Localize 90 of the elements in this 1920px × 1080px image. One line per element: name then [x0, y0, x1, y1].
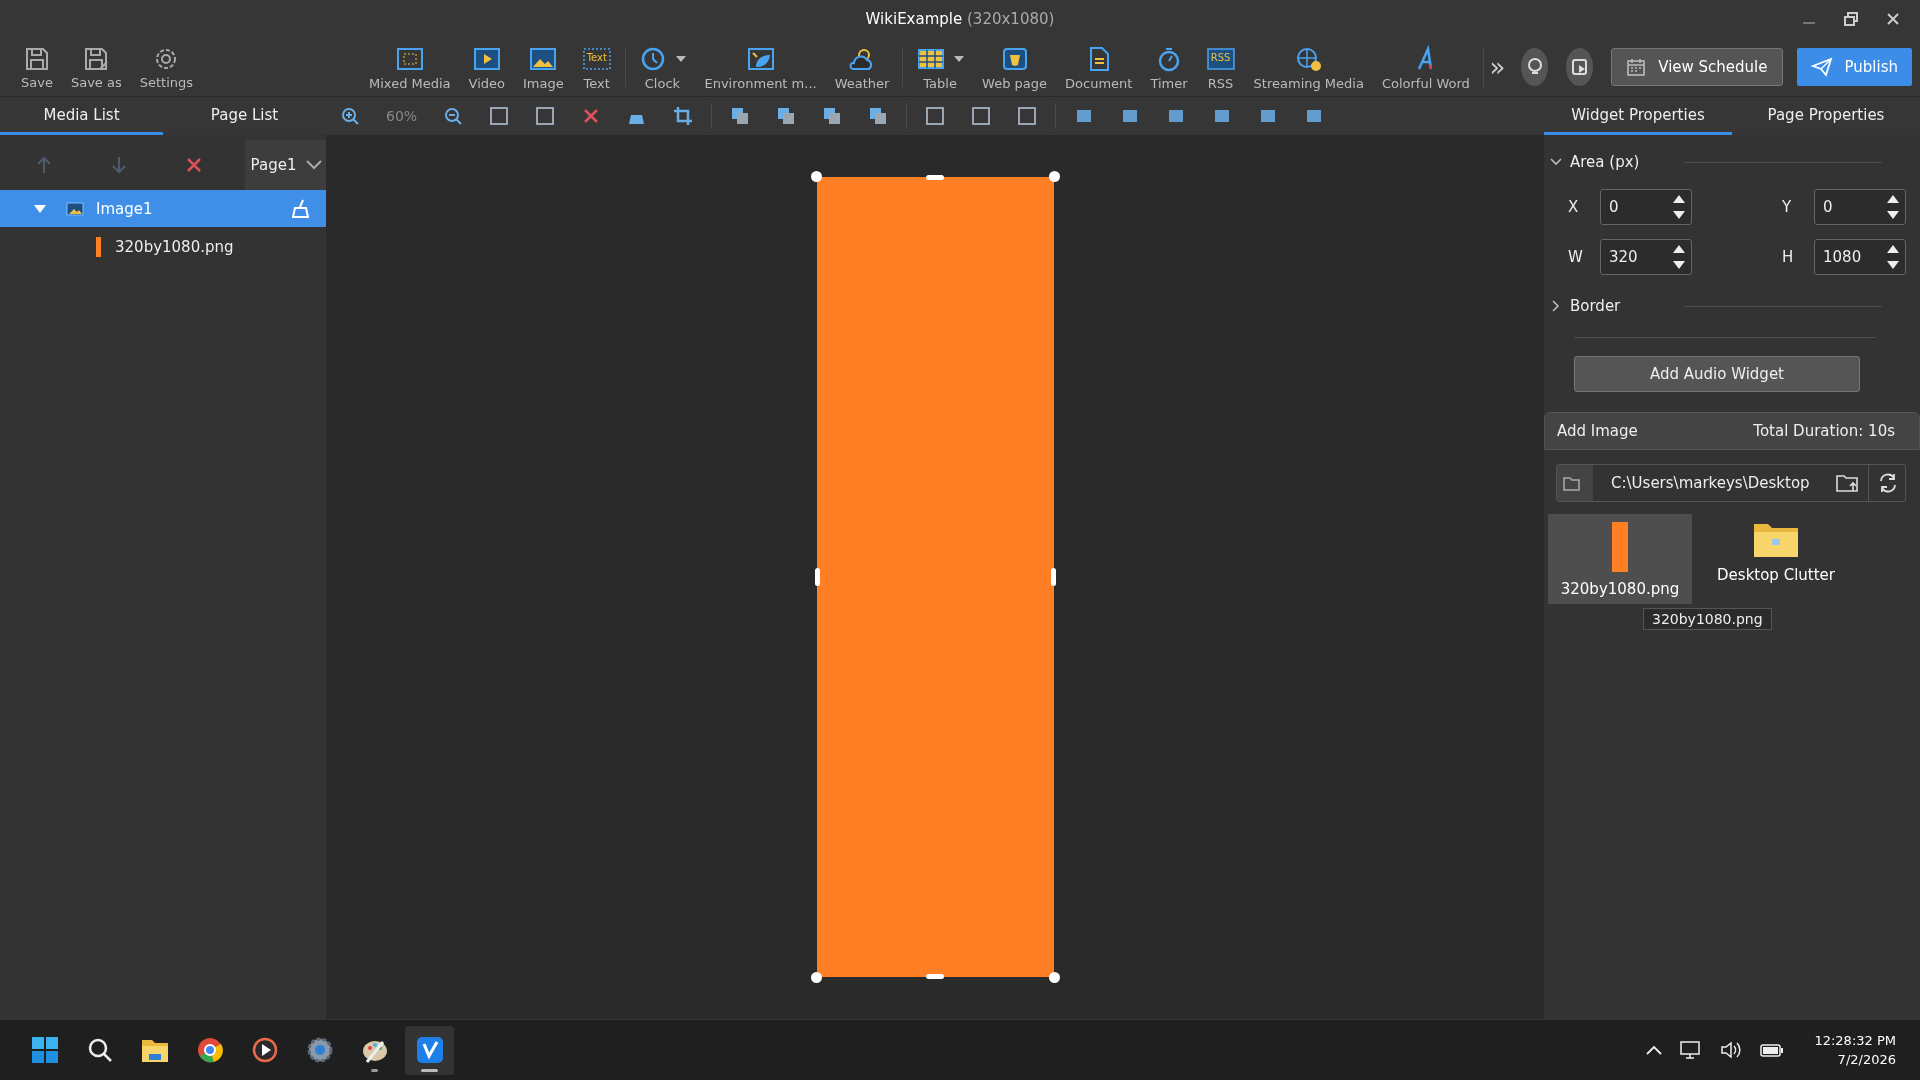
- app-icon: [415, 1036, 444, 1064]
- document-widget-button[interactable]: Document: [1062, 43, 1136, 91]
- panel-tab[interactable]: Page List: [163, 97, 326, 135]
- image-thumbnail: [1612, 522, 1628, 572]
- weather-widget-button[interactable]: Weather: [831, 43, 893, 91]
- spinner-arrows-icon[interactable]: [1673, 244, 1685, 270]
- image-icon: [66, 201, 84, 216]
- calendar-icon: [1626, 57, 1647, 77]
- table-widget-button[interactable]: Table: [913, 43, 968, 91]
- battery-icon[interactable]: [1760, 1042, 1785, 1058]
- icon-text: RSS: [1209, 51, 1232, 64]
- panel-tab[interactable]: Media List: [0, 97, 163, 135]
- layer-icon[interactable]: [776, 106, 797, 126]
- network-icon[interactable]: [1680, 1040, 1703, 1060]
- video-widget-button[interactable]: Video: [465, 43, 509, 91]
- layer-icon[interactable]: [868, 106, 889, 126]
- rss-widget-button[interactable]: RSS RSS: [1202, 43, 1239, 91]
- player-icon: [250, 1036, 279, 1064]
- folder-up-icon[interactable]: [1836, 473, 1860, 493]
- saveas-button[interactable]: Save as: [67, 44, 125, 90]
- chevron-icon[interactable]: [1550, 156, 1562, 168]
- zoom-out-icon[interactable]: [443, 106, 464, 126]
- panel-tab[interactable]: Widget Properties: [1544, 97, 1732, 135]
- file-name: Desktop Clutter: [1717, 566, 1835, 584]
- panel-tab[interactable]: Page Properties: [1732, 97, 1920, 135]
- start-icon: [30, 1036, 59, 1064]
- more-button[interactable]: »: [1489, 52, 1506, 82]
- view-schedule-button[interactable]: View Schedule: [1611, 48, 1783, 86]
- expand-arrow-icon[interactable]: [34, 203, 46, 214]
- settings-button[interactable]: Settings: [136, 44, 197, 90]
- add-audio-widget-button[interactable]: Add Audio Widget: [1574, 356, 1860, 392]
- timer-widget-button[interactable]: Timer: [1147, 43, 1191, 91]
- layer-icon[interactable]: [730, 106, 751, 126]
- total-duration: Total Duration: 10s: [1753, 422, 1895, 440]
- page-dropdown[interactable]: Page1: [244, 140, 326, 190]
- path-field[interactable]: C:\Users\markeys\Desktop: [1556, 464, 1906, 502]
- delete-icon[interactable]: [185, 157, 202, 173]
- spinner-arrows-icon[interactable]: [1673, 194, 1685, 220]
- field-label: Y: [1782, 198, 1793, 216]
- chrome-icon: [195, 1036, 224, 1064]
- number-field[interactable]: 320: [1600, 239, 1692, 275]
- tree-item[interactable]: 320by1080.png: [0, 227, 326, 267]
- window-title: WikiExample (320x1080): [865, 10, 1055, 28]
- tree-item[interactable]: Image1: [0, 190, 326, 227]
- field-label: X: [1568, 198, 1580, 216]
- text-widget-button[interactable]: Text Text: [578, 43, 615, 91]
- file-item[interactable]: Desktop Clutter: [1704, 514, 1848, 604]
- preview-button[interactable]: [1566, 48, 1594, 86]
- web-widget-button[interactable]: Web page: [979, 43, 1051, 91]
- taskbar-button[interactable]: [405, 1025, 454, 1075]
- icon-text: Text: [585, 51, 608, 64]
- play-page-icon: [1569, 57, 1590, 77]
- restore-icon[interactable]: [1844, 12, 1858, 26]
- section-title: Border: [1570, 297, 1622, 315]
- spinner-arrows-icon[interactable]: [1887, 244, 1899, 270]
- number-field[interactable]: 0: [1814, 189, 1906, 225]
- zoom-in-icon[interactable]: [340, 106, 360, 126]
- chevron-up-icon[interactable]: [1646, 1045, 1663, 1055]
- close-icon[interactable]: [1886, 12, 1900, 26]
- file-name: 320by1080.png: [1560, 580, 1680, 598]
- layer-icon[interactable]: [822, 106, 843, 126]
- tooltip: 320by1080.png: [1643, 608, 1772, 630]
- mixed-widget-button[interactable]: Mixed Media: [366, 43, 454, 91]
- crop-icon[interactable]: [673, 106, 694, 126]
- paper-plane-icon: [1810, 57, 1833, 77]
- gear-icon: [305, 1036, 334, 1064]
- colorful-widget-button[interactable]: Colorful Word: [1378, 43, 1473, 91]
- refresh-icon[interactable]: [1877, 472, 1899, 494]
- bulb-button[interactable]: [1521, 48, 1549, 86]
- chevron-icon[interactable]: [1550, 300, 1562, 312]
- section-title: Area (px): [1570, 153, 1641, 171]
- file-item[interactable]: 320by1080.png: [1548, 514, 1692, 604]
- publish-button[interactable]: Publish: [1796, 48, 1912, 86]
- env-widget-button[interactable]: Environment m...: [701, 43, 820, 91]
- number-field[interactable]: 0: [1600, 189, 1692, 225]
- spinner-arrows-icon[interactable]: [1887, 194, 1899, 220]
- number-field[interactable]: 1080: [1814, 239, 1906, 275]
- field-label: H: [1782, 248, 1794, 266]
- volume-icon[interactable]: [1720, 1040, 1743, 1060]
- add-image-title: Add Image: [1557, 422, 1638, 440]
- clock-widget-button[interactable]: Clock: [635, 43, 690, 91]
- save-button[interactable]: Save: [18, 44, 56, 90]
- zoom-level: 60%: [386, 108, 418, 124]
- clock-date: 7/2/2026: [1837, 1052, 1896, 1067]
- folder-icon[interactable]: [1563, 475, 1581, 491]
- chevron-icon: [306, 160, 322, 170]
- image-widget-button[interactable]: Image: [520, 43, 567, 91]
- streaming-widget-button[interactable]: Streaming Media: [1250, 43, 1367, 91]
- clock-time: 12:28:32 PM: [1814, 1033, 1896, 1048]
- folder-icon: [1753, 522, 1799, 558]
